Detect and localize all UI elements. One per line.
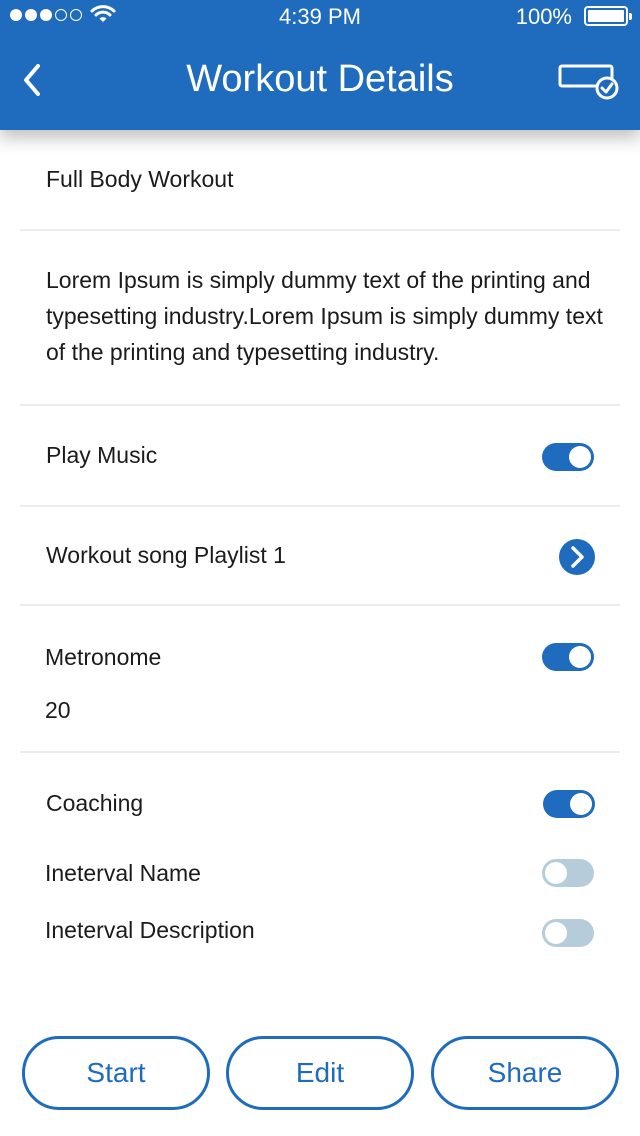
- playlist-label[interactable]: Workout song Playlist 1: [46, 542, 286, 569]
- chevron-right-circle-icon[interactable]: [559, 539, 595, 575]
- app-header: 4:39 PM 100% Workout Details: [0, 0, 640, 130]
- device-check-icon[interactable]: [556, 60, 622, 100]
- battery-icon: [584, 6, 632, 26]
- interval-name-toggle[interactable]: [542, 859, 594, 887]
- divider: [20, 604, 620, 606]
- workout-description: Lorem Ipsum is simply dummy text of the …: [46, 267, 603, 365]
- coaching-toggle[interactable]: [543, 790, 595, 818]
- page-title: Workout Details: [186, 58, 454, 100]
- interval-description-toggle[interactable]: [542, 919, 594, 947]
- start-button[interactable]: Start: [22, 1036, 210, 1110]
- play-music-label: Play Music: [46, 442, 158, 468]
- status-bar: 4:39 PM 100%: [0, 0, 640, 34]
- battery-percent: 100%: [515, 4, 572, 29]
- interval-description-label: Ineterval Description: [45, 917, 255, 943]
- play-music-toggle[interactable]: [542, 443, 594, 471]
- divider: [20, 505, 620, 507]
- edit-button[interactable]: Edit: [226, 1036, 414, 1110]
- metronome-toggle[interactable]: [542, 643, 594, 671]
- divider: [20, 751, 620, 753]
- divider: [20, 404, 620, 406]
- share-button[interactable]: Share: [431, 1036, 619, 1110]
- workout-name: Full Body Workout: [46, 166, 234, 192]
- metronome-value[interactable]: 20: [45, 697, 71, 724]
- metronome-label: Metronome: [45, 644, 162, 670]
- interval-name-label: Ineterval Name: [45, 860, 201, 886]
- coaching-label: Coaching: [46, 790, 144, 816]
- divider: [20, 229, 620, 231]
